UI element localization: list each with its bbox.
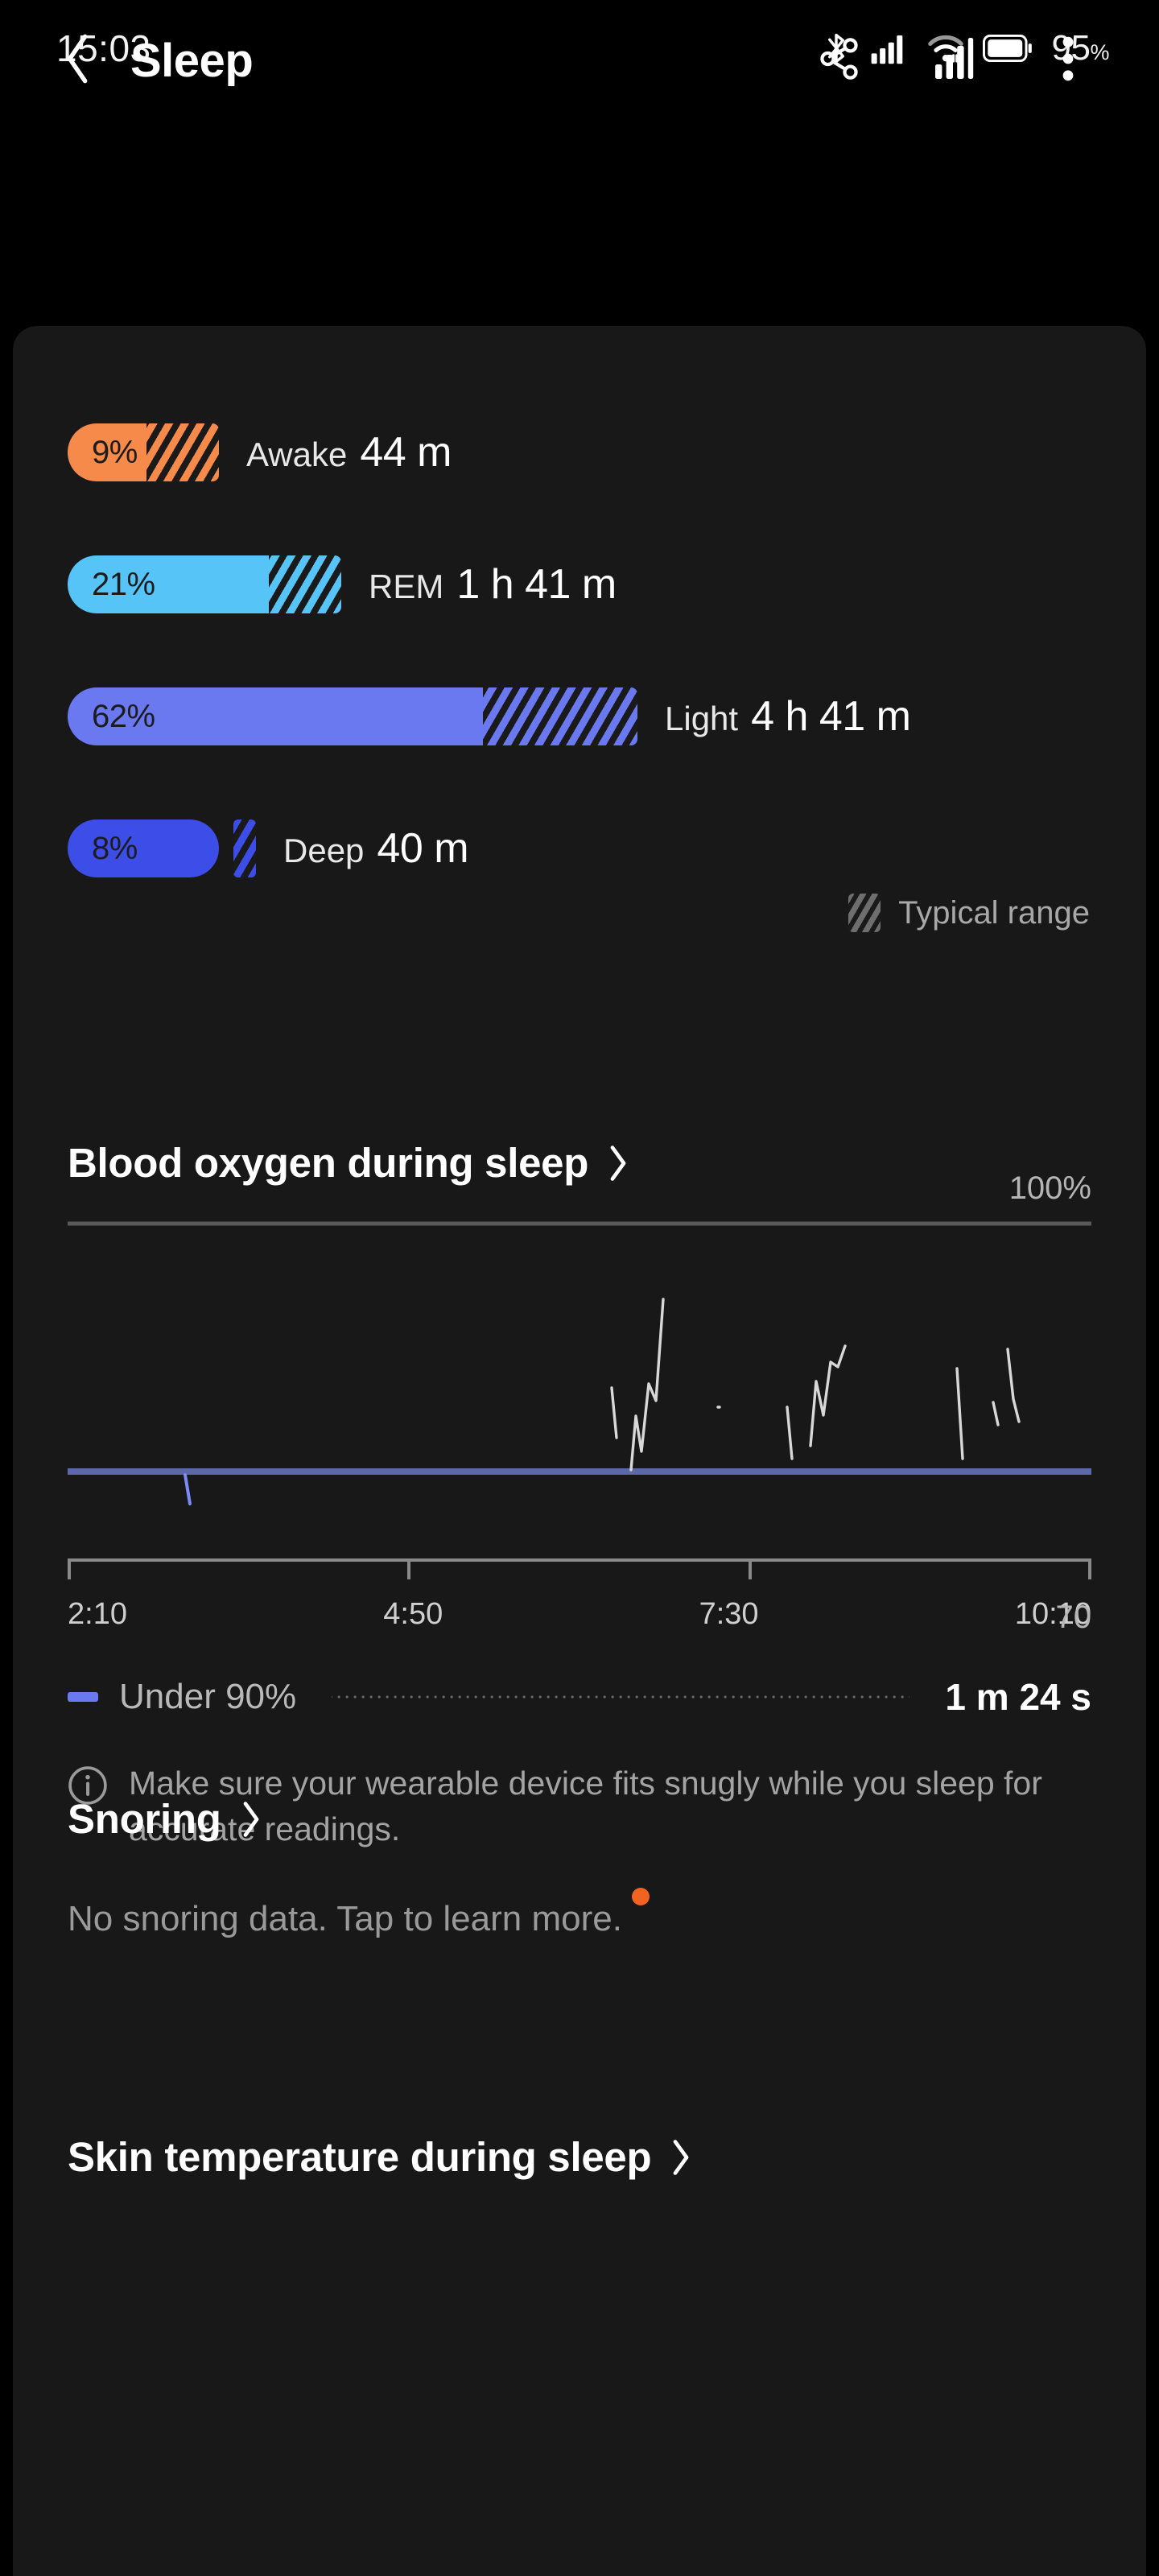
chart-view-button[interactable] xyxy=(930,37,977,84)
stage-percent: 21% xyxy=(92,566,155,602)
snoring-empty-state[interactable]: No snoring data. Tap to learn more. xyxy=(13,1888,650,1939)
chevron-right-icon xyxy=(241,1801,262,1838)
sleep-stage-row-deep[interactable]: 8% Deep 40 m xyxy=(13,815,1146,882)
app-bar: Sleep xyxy=(0,0,1159,121)
stage-bar-fill: 9% xyxy=(68,423,146,481)
blood-oxygen-header[interactable]: Blood oxygen during sleep xyxy=(13,1139,1146,1187)
spo2-series xyxy=(610,1298,1021,1472)
stage-duration: 44 m xyxy=(360,429,452,476)
typical-range-label: Typical range xyxy=(898,894,1090,931)
sleep-detail-screen: 15:03 95% Sleep 9% Awake 44 m 21% REM 1 … xyxy=(0,0,1159,2576)
x-tick-label: 2:10 xyxy=(68,1597,127,1631)
bar-chart-icon xyxy=(933,37,975,85)
more-options-button[interactable] xyxy=(1045,36,1091,85)
stage-bar-awake: 9% xyxy=(68,423,219,481)
stage-duration: 40 m xyxy=(377,825,469,872)
y-axis-max-label: 100% xyxy=(1008,1170,1091,1206)
dash-marker-icon xyxy=(68,1692,98,1702)
under-90-value: 1 m 24 s xyxy=(945,1676,1091,1718)
stage-bar-typical-range xyxy=(233,819,256,877)
sleep-stage-row-rem[interactable]: 21% REM 1 h 41 m xyxy=(13,551,1146,618)
skin-temperature-header[interactable]: Skin temperature during sleep xyxy=(13,2133,1146,2181)
section-title: Snoring xyxy=(68,1796,221,1842)
stage-bar-fill: 21% xyxy=(68,555,269,613)
stage-bar-fill: 62% xyxy=(68,687,483,745)
section-title: Skin temperature during sleep xyxy=(68,2134,652,2180)
stage-duration: 1 h 41 m xyxy=(456,561,617,608)
snoring-empty-text: No snoring data. Tap to learn more. xyxy=(68,1899,622,1938)
sleep-stage-row-awake[interactable]: 9% Awake 44 m xyxy=(13,419,1146,486)
section-title: Blood oxygen during sleep xyxy=(68,1140,589,1186)
chevron-left-icon xyxy=(62,34,94,88)
stage-duration: 4 h 41 m xyxy=(751,693,911,740)
back-button[interactable] xyxy=(56,34,100,83)
blood-oxygen-section: Blood oxygen during sleep 100% 70 2:10 4… xyxy=(13,1139,1146,1852)
stage-percent: 9% xyxy=(92,434,138,470)
stage-name: Awake xyxy=(246,436,348,473)
skin-temperature-section: Skin temperature during sleep xyxy=(13,2133,1146,2181)
sleep-stage-summary: 9% Awake 44 m 21% REM 1 h 41 m 62% Light… xyxy=(13,419,1146,947)
x-axis-labels: 2:10 4:50 7:30 10:10 xyxy=(13,1597,1146,1632)
typical-range-swatch-icon xyxy=(848,894,881,932)
stage-name: REM xyxy=(369,568,444,605)
sleep-stage-row-light[interactable]: 62% Light 4 h 41 m xyxy=(13,683,1146,750)
stage-label-group: Awake 44 m xyxy=(246,428,452,477)
stage-bar-typical-range xyxy=(269,555,341,613)
x-axis xyxy=(68,1558,1091,1579)
stage-bar-typical-range xyxy=(483,687,637,745)
y-axis-min-label: 70 xyxy=(1055,1600,1092,1635)
chart-plot-area: 100% 70 xyxy=(68,1170,1091,1635)
stage-percent: 8% xyxy=(92,830,138,866)
under-90-label: Under 90% xyxy=(119,1677,297,1716)
chevron-right-icon xyxy=(608,1145,629,1182)
under-90-summary-row: Under 90% 1 m 24 s xyxy=(13,1675,1146,1719)
stage-bar-deep: 8% xyxy=(68,819,256,877)
app-bar-left: Sleep xyxy=(56,34,816,88)
stage-bar-rem: 21% xyxy=(68,555,341,613)
typical-range-legend: Typical range xyxy=(848,894,1090,932)
app-bar-actions xyxy=(816,36,1111,85)
stage-name: Light xyxy=(665,700,739,737)
spo2-trace-svg xyxy=(68,1221,1091,1505)
overflow-menu-icon xyxy=(1062,36,1074,85)
stage-label-group: Light 4 h 41 m xyxy=(665,692,911,741)
under-90-event-mark xyxy=(184,1473,192,1505)
page-title: Sleep xyxy=(130,34,254,87)
x-tick-label: 7:30 xyxy=(699,1597,759,1631)
stage-name: Deep xyxy=(283,832,365,869)
snoring-section: Snoring No snoring data. Tap to learn mo… xyxy=(13,1795,1146,1939)
notification-dot-badge xyxy=(631,1888,650,1905)
blood-oxygen-chart[interactable]: 100% 70 xyxy=(13,1170,1146,1635)
stage-label-group: REM 1 h 41 m xyxy=(369,560,617,609)
stage-bar-typical-range xyxy=(146,423,219,481)
snoring-header[interactable]: Snoring xyxy=(13,1795,1146,1843)
stage-bar-light: 62% xyxy=(68,687,637,745)
leader-dots xyxy=(332,1695,910,1699)
chevron-right-icon xyxy=(670,2139,691,2176)
stage-label-group: Deep 40 m xyxy=(283,824,469,873)
content-card: 9% Awake 44 m 21% REM 1 h 41 m 62% Light… xyxy=(13,326,1146,2576)
share-button[interactable] xyxy=(816,37,863,84)
share-icon xyxy=(818,37,861,85)
x-tick-label: 4:50 xyxy=(383,1597,443,1631)
stage-percent: 62% xyxy=(92,698,155,734)
stage-bar-fill: 8% xyxy=(68,819,219,877)
